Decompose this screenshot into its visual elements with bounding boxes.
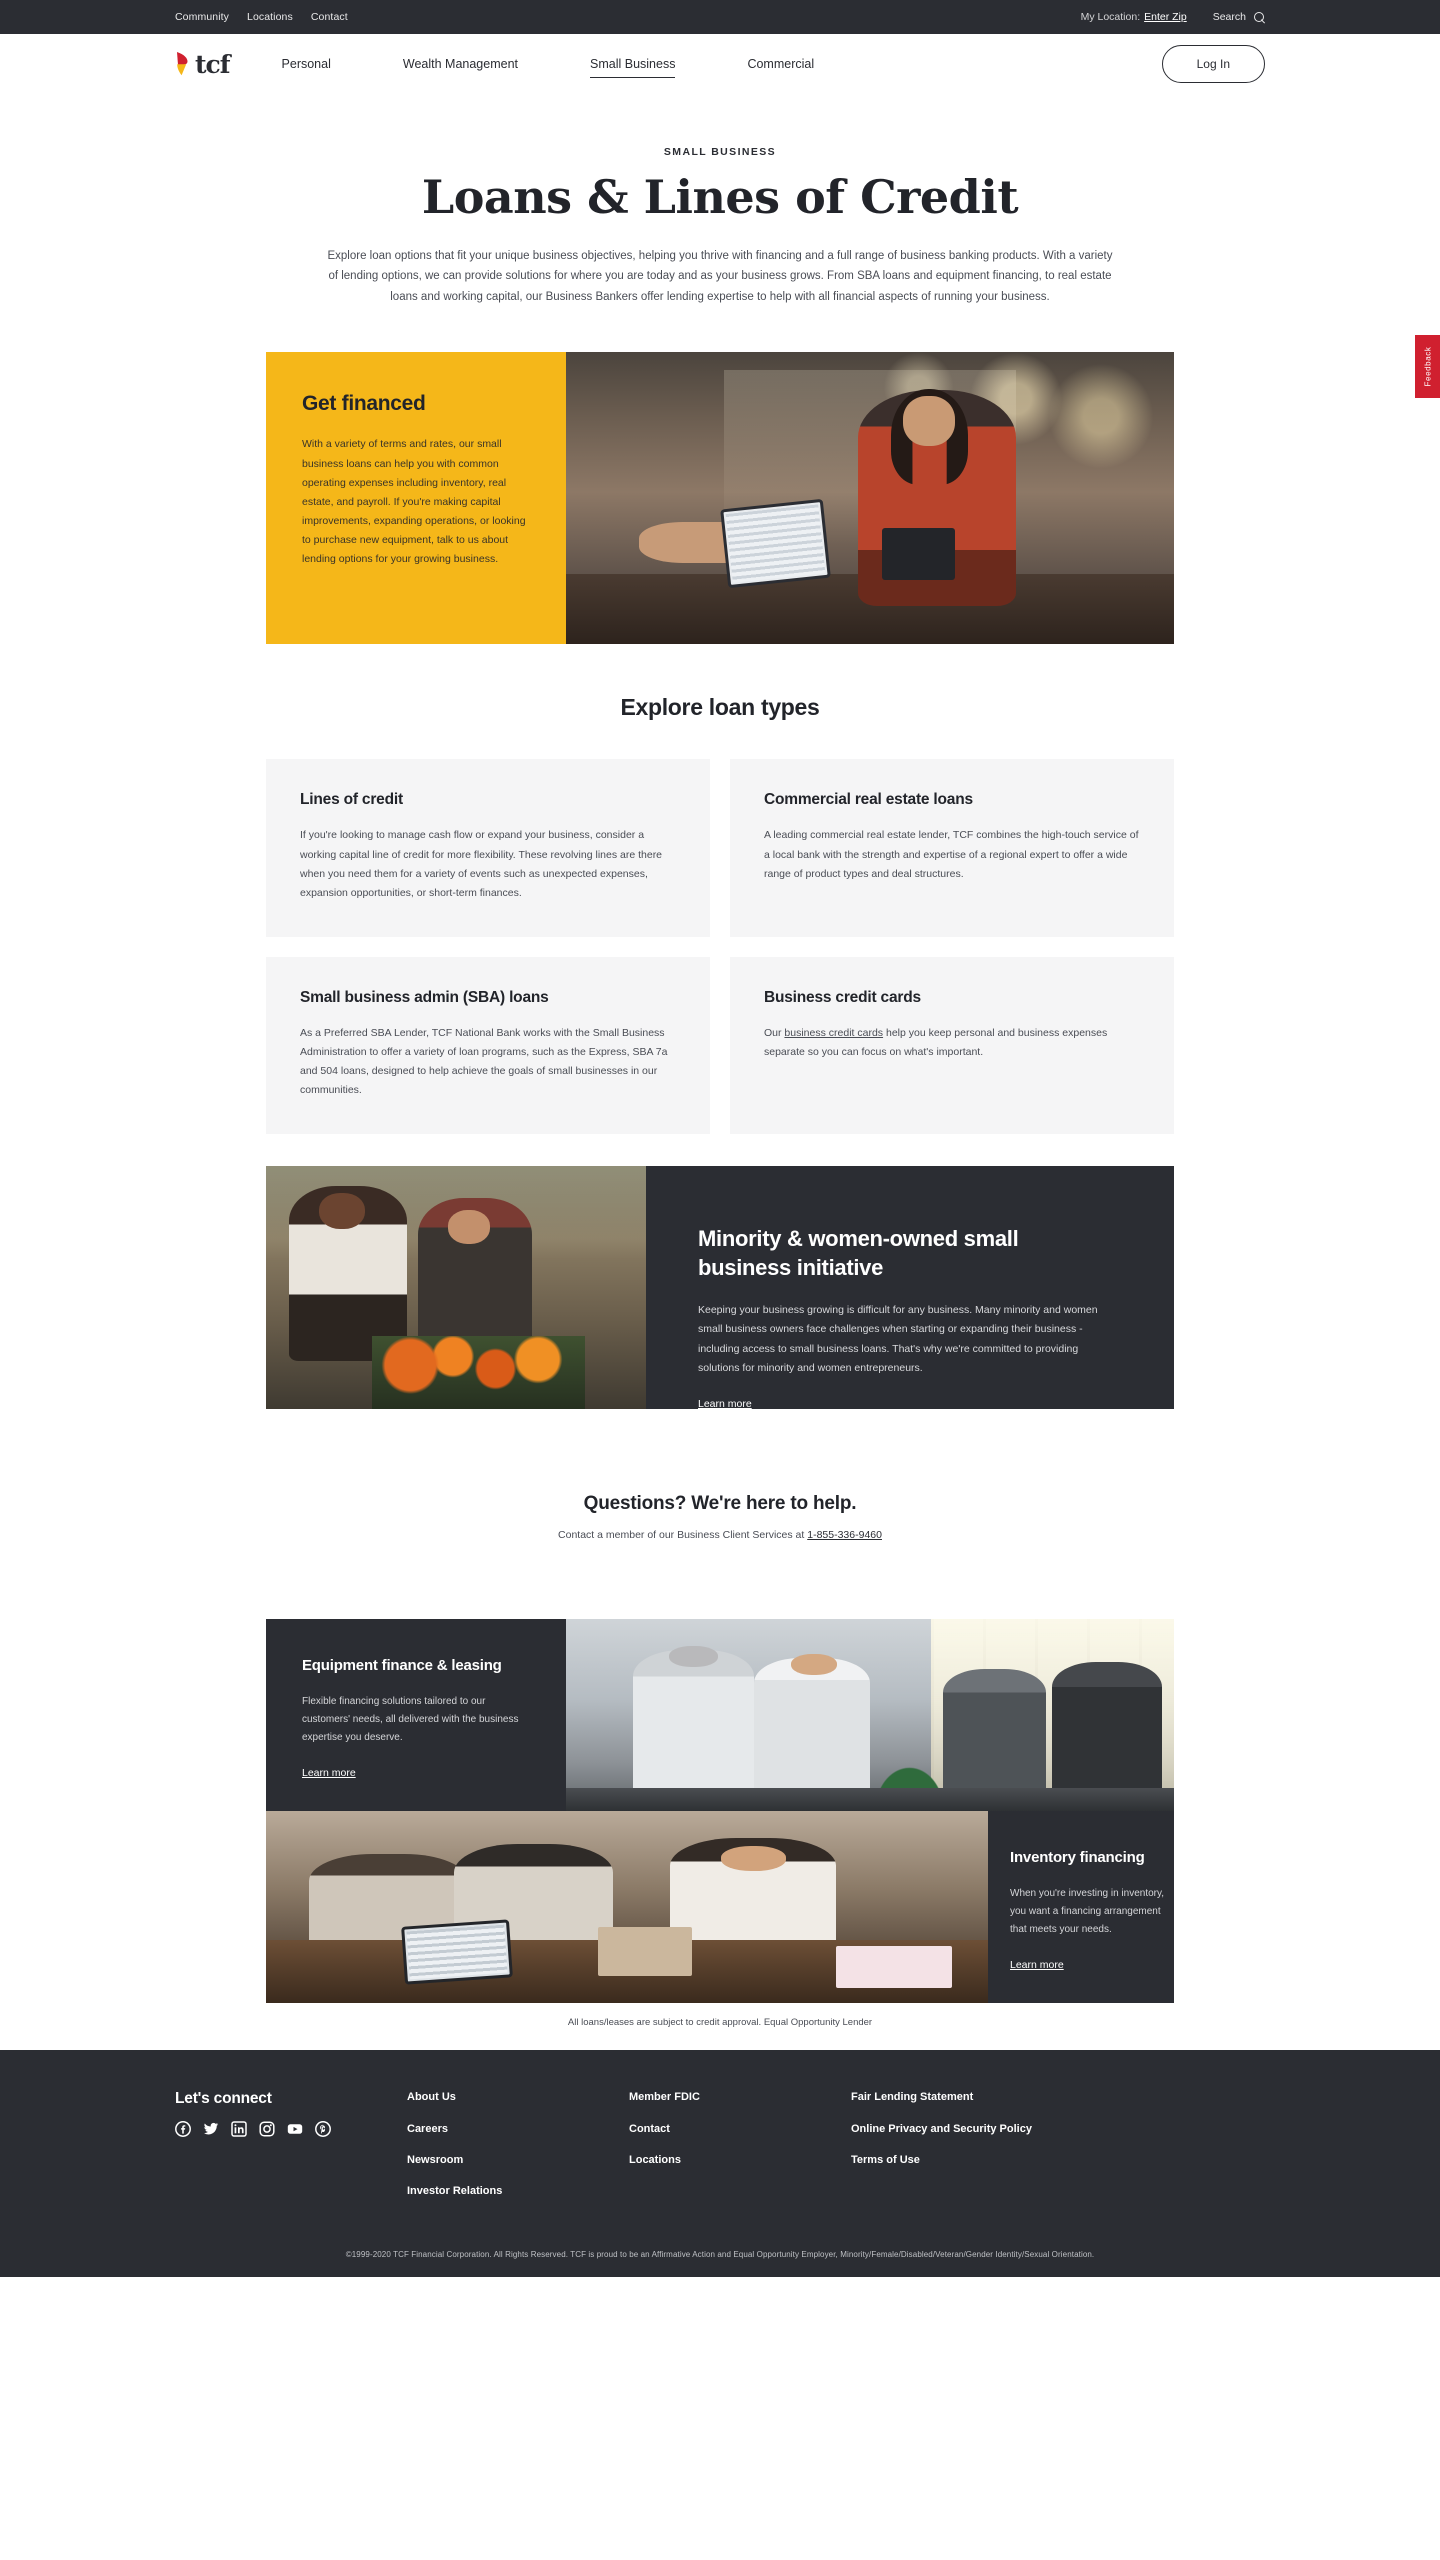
minority-initiative-copy: Minority & women-owned small business in…	[646, 1166, 1174, 1410]
minority-initiative-image	[266, 1166, 646, 1410]
get-financed-image	[566, 352, 1174, 645]
footer-link-contact[interactable]: Contact	[629, 2122, 821, 2137]
loan-card-title: Lines of credit	[300, 791, 403, 809]
footer-link-careers[interactable]: Careers	[407, 2122, 599, 2137]
utility-link-community[interactable]: Community	[175, 11, 229, 23]
questions-section: Questions? We're here to help. Contact a…	[266, 1493, 1174, 1541]
search-control[interactable]: Search	[1213, 11, 1265, 23]
my-location[interactable]: My Location: Enter Zip	[1081, 11, 1187, 23]
equipment-finance-row: Equipment finance & leasing Flexible fin…	[266, 1619, 1174, 1812]
loan-card-title: Business credit cards	[764, 988, 921, 1006]
get-financed-paragraph: With a variety of terms and rates, our s…	[302, 438, 526, 566]
social-links	[175, 2121, 377, 2138]
utility-link-locations[interactable]: Locations	[247, 11, 293, 23]
enter-zip-link[interactable]: Enter Zip	[1144, 11, 1187, 23]
site-footer: Let's connect About Us Careers Newsroom …	[0, 2050, 1440, 2277]
loan-card-lines-of-credit[interactable]: Lines of credit If you're looking to man…	[266, 759, 710, 937]
loan-card-title: Small business admin (SBA) loans	[300, 988, 549, 1006]
facebook-icon[interactable]	[175, 2121, 191, 2138]
twitter-icon[interactable]	[203, 2121, 219, 2137]
minority-initiative-title: Minority & women-owned small business in…	[698, 1226, 1019, 1281]
loan-card-body: If you're looking to manage cash flow or…	[300, 829, 663, 899]
inventory-financing-paragraph: When you're investing in inventory, you …	[1010, 1887, 1165, 1935]
footer-column-support: Member FDIC Contact Locations	[629, 2090, 851, 2216]
nav-item-wealth-management[interactable]: Wealth Management	[403, 51, 518, 77]
footer-columns: Let's connect About Us Careers Newsroom …	[175, 2090, 1265, 2216]
page-title: Loans & Lines of Credit	[421, 170, 1019, 224]
get-financed-section: Get financed With a variety of terms and…	[266, 352, 1174, 645]
footer-link-about-us[interactable]: About Us	[407, 2090, 599, 2105]
footer-connect-title: Let's connect	[175, 2090, 272, 2108]
get-financed-title: Get financed	[302, 392, 426, 416]
loan-card-sba-loans[interactable]: Small business admin (SBA) loans As a Pr…	[266, 956, 710, 1135]
inventory-learn-more-link[interactable]: Learn more	[1010, 1959, 1064, 1971]
financing-offers-block: Equipment finance & leasing Flexible fin…	[266, 1619, 1174, 2004]
equipment-finance-copy: Equipment finance & leasing Flexible fin…	[266, 1619, 566, 1812]
footer-copyright: ©1999-2020 TCF Financial Corporation. Al…	[345, 2249, 1095, 2259]
equipment-learn-more-link[interactable]: Learn more	[302, 1767, 356, 1779]
primary-nav-links: Personal Wealth Management Small Busines…	[282, 51, 887, 78]
youtube-icon[interactable]	[287, 2121, 303, 2137]
loan-card-body: A leading commercial real estate lender,…	[764, 829, 1139, 880]
hero-eyebrow: SMALL BUSINESS	[663, 146, 777, 158]
utility-links: Community Locations Contact	[175, 11, 348, 23]
minority-learn-more-link[interactable]: Learn more	[698, 1398, 752, 1410]
inventory-financing-copy: Inventory financing When you're investin…	[988, 1811, 1174, 2004]
loan-disclaimer: All loans/leases are subject to credit a…	[567, 2017, 873, 2029]
equipment-finance-image	[566, 1619, 1174, 1812]
main-navigation: tcf Personal Wealth Management Small Bus…	[0, 34, 1440, 94]
card-body-before: Our	[764, 1026, 785, 1039]
equipment-finance-paragraph: Flexible financing solutions tailored to…	[302, 1695, 519, 1743]
loan-card-title: Commercial real estate loans	[764, 791, 973, 809]
inventory-financing-row: Inventory financing When you're investin…	[266, 1811, 1174, 2004]
my-location-label: My Location:	[1080, 11, 1141, 23]
footer-link-member-fdic[interactable]: Member FDIC	[629, 2090, 821, 2105]
hero-paragraph: Explore loan options that fit your uniqu…	[327, 250, 1113, 303]
footer-link-newsroom[interactable]: Newsroom	[407, 2153, 599, 2168]
footer-link-online-privacy-policy[interactable]: Online Privacy and Security Policy	[851, 2122, 1051, 2137]
utility-right-group: My Location: Enter Zip Search	[1081, 11, 1265, 23]
footer-link-locations[interactable]: Locations	[629, 2153, 821, 2168]
inventory-financing-title: Inventory financing	[1010, 1849, 1145, 1867]
footer-link-investor-relations[interactable]: Investor Relations	[407, 2184, 599, 2199]
tcf-logo[interactable]: tcf	[175, 49, 231, 79]
phone-link[interactable]: 1-855-336-9460	[807, 1529, 882, 1541]
linkedin-icon[interactable]	[231, 2121, 247, 2138]
pinterest-icon[interactable]	[315, 2121, 331, 2138]
feedback-tab-label: Feedback	[1423, 346, 1432, 387]
nav-item-personal[interactable]: Personal	[282, 51, 331, 77]
questions-contact-line: Contact a member of our Business Client …	[266, 1529, 1174, 1541]
instagram-icon[interactable]	[259, 2121, 275, 2137]
tcf-logo-text: tcf	[195, 49, 231, 79]
business-credit-cards-link[interactable]: business credit cards	[784, 1027, 883, 1039]
questions-title: Questions? We're here to help.	[583, 1493, 857, 1515]
feedback-tab[interactable]: Feedback	[1415, 335, 1440, 398]
login-button[interactable]: Log In	[1161, 45, 1265, 83]
nav-item-commercial[interactable]: Commercial	[747, 51, 814, 77]
get-financed-copy: Get financed With a variety of terms and…	[266, 352, 566, 645]
questions-text: Contact a member of our Business Client …	[558, 1529, 808, 1542]
minority-initiative-section: Minority & women-owned small business in…	[266, 1166, 1174, 1410]
loan-card-business-credit-cards[interactable]: Business credit cards Our business credi…	[730, 956, 1174, 1135]
footer-link-fair-lending-statement[interactable]: Fair Lending Statement	[851, 2090, 1051, 2105]
inventory-financing-image	[266, 1811, 988, 2004]
nav-item-small-business[interactable]: Small Business	[590, 51, 676, 78]
footer-connect-column: Let's connect	[175, 2090, 407, 2216]
footer-column-company: About Us Careers Newsroom Investor Relat…	[407, 2090, 629, 2216]
hero-section: SMALL BUSINESS Loans & Lines of Credit E…	[0, 94, 1440, 307]
loan-card-body: As a Preferred SBA Lender, TCF National …	[300, 1026, 668, 1097]
minority-initiative-paragraph: Keeping your business growing is difficu…	[698, 1304, 1098, 1374]
footer-link-terms-of-use[interactable]: Terms of Use	[851, 2153, 1051, 2168]
search-label: Search	[1212, 11, 1246, 23]
search-icon[interactable]	[1254, 11, 1265, 23]
loan-card-body: Our business credit cards help you keep …	[764, 1024, 1140, 1062]
footer-column-legal: Fair Lending Statement Online Privacy an…	[851, 2090, 1081, 2216]
tcf-flame-logo-icon	[175, 51, 192, 77]
utility-link-contact[interactable]: Contact	[311, 11, 348, 23]
loan-card-commercial-real-estate[interactable]: Commercial real estate loans A leading c…	[730, 759, 1174, 937]
equipment-finance-title: Equipment finance & leasing	[302, 1657, 502, 1675]
loan-type-cards: Lines of credit If you're looking to man…	[266, 759, 1174, 1135]
utility-bar: Community Locations Contact My Location:…	[0, 0, 1440, 34]
explore-loan-types-title: Explore loan types	[620, 694, 820, 721]
